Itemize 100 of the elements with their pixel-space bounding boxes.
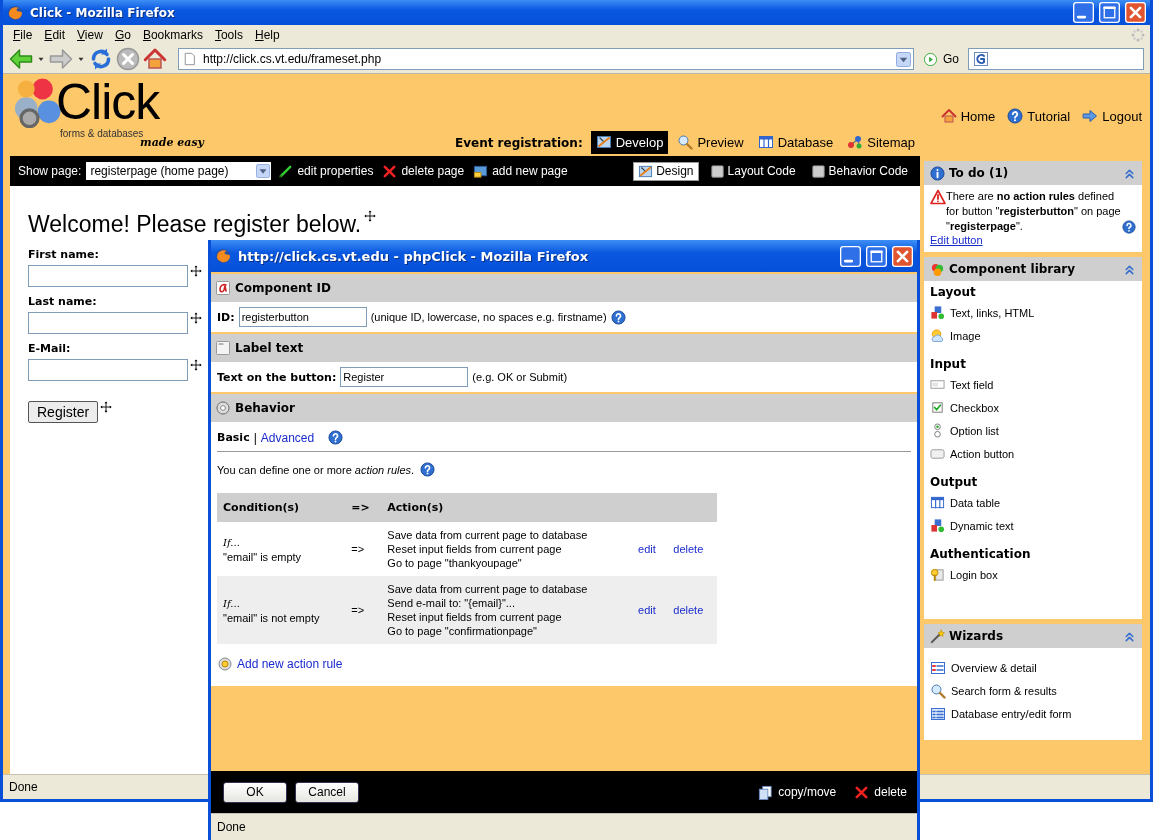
blueprint-icon (638, 163, 654, 179)
header-link[interactable]: Home (940, 108, 996, 124)
section-title: Label text (235, 341, 304, 355)
table-cell: => (345, 576, 382, 644)
refresh-icon[interactable] (89, 47, 113, 71)
field-label: Last name: (28, 295, 97, 308)
tab[interactable]: Preview (672, 131, 749, 154)
move-icon[interactable] (190, 265, 202, 277)
edit-link[interactable]: edit (638, 543, 656, 555)
tile-icon (215, 340, 231, 356)
form-icon (930, 705, 946, 722)
dialog-button[interactable]: OK (223, 781, 287, 803)
chevrons-up-icon[interactable] (1123, 262, 1136, 276)
move-icon[interactable] (100, 401, 113, 413)
tab[interactable]: Sitemap (842, 131, 920, 154)
square-icon (810, 163, 826, 179)
section-title: Behavior (235, 401, 296, 415)
dropdown-icon[interactable] (896, 51, 911, 67)
search-field[interactable] (968, 48, 1144, 70)
table-icon (757, 134, 774, 150)
delete-link[interactable]: delete (673, 543, 704, 555)
wizard-item[interactable]: Search form & results (930, 679, 1136, 702)
wizard-item[interactable]: Database entry/edit form (930, 702, 1136, 725)
component-item[interactable]: Text, links, HTML (930, 301, 1136, 324)
minimize-button[interactable] (840, 245, 861, 267)
component-item[interactable]: Dynamic text (930, 514, 1136, 537)
text-field[interactable] (28, 359, 188, 381)
help-icon[interactable] (610, 309, 626, 325)
menu-item[interactable]: Bookmarks (136, 28, 209, 42)
header-link[interactable]: Tutorial (1007, 108, 1071, 124)
dialog-button[interactable]: Cancel (295, 781, 359, 803)
view-tab[interactable]: Layout Code (705, 162, 800, 180)
edit-link[interactable]: edit (638, 604, 656, 616)
help-icon[interactable] (420, 462, 436, 477)
component-item[interactable]: Text field (930, 373, 1136, 396)
component-item[interactable]: Checkbox (930, 396, 1136, 419)
page-heading: Welcome! Please register below. (28, 210, 362, 238)
toolbar-link[interactable]: edit properties (278, 163, 374, 179)
back-icon[interactable] (9, 47, 33, 71)
close-button[interactable] (892, 245, 913, 267)
edit-button-link[interactable]: Edit button (930, 234, 983, 246)
add-rule-link[interactable]: Add new action rule (237, 657, 343, 671)
component-item[interactable]: Login box (930, 563, 1136, 586)
wizard-item[interactable]: Overview & detail (930, 656, 1136, 679)
toolbar-link[interactable]: add new page (473, 163, 568, 179)
footer-link[interactable]: delete (854, 784, 907, 800)
field-label: First name: (28, 248, 99, 261)
view-tab[interactable]: Behavior Code (806, 162, 912, 180)
separator-text: | (253, 430, 257, 445)
table-cell: If... "email" is not empty (217, 576, 346, 644)
panel-title: Wizards (949, 629, 1004, 643)
menu-item[interactable]: Go (108, 28, 137, 42)
maximize-button[interactable] (1099, 2, 1120, 23)
move-icon[interactable] (364, 210, 377, 222)
menu-item[interactable]: Help (248, 28, 286, 42)
chevrons-up-icon[interactable] (1123, 629, 1136, 643)
minimize-button[interactable] (1073, 2, 1094, 23)
tab[interactable]: Database (752, 131, 839, 154)
page-select[interactable]: registerpage (home page) (86, 162, 272, 180)
address-field[interactable]: http://click.cs.vt.edu/frameset.php (178, 48, 914, 70)
menu-item[interactable]: Edit (38, 28, 72, 42)
component-item[interactable]: Image (930, 324, 1136, 347)
text-field[interactable] (28, 265, 188, 287)
text-field[interactable] (28, 312, 188, 334)
home-icon[interactable] (143, 47, 167, 71)
cross-icon (854, 784, 870, 800)
warning-icon (930, 189, 946, 205)
mode-link[interactable]: Basic (217, 431, 250, 444)
go-button[interactable]: Go (917, 51, 965, 67)
register-button[interactable]: Register (28, 401, 99, 423)
move-icon[interactable] (190, 359, 202, 371)
help-icon[interactable] (328, 430, 344, 445)
toolbar-link[interactable]: delete page (382, 163, 465, 179)
menu-item[interactable]: View (71, 28, 109, 42)
column-header: Condition(s) (217, 493, 346, 522)
component-item[interactable]: Data table (930, 491, 1136, 514)
intro-text: You can define one or more action rules. (217, 463, 415, 476)
move-icon[interactable] (190, 312, 202, 324)
text-field[interactable]: registerbutton (238, 307, 367, 327)
stop-icon[interactable] (116, 47, 140, 71)
component-item[interactable]: Option list (930, 419, 1136, 442)
tagline: forms & databases (60, 128, 144, 139)
delete-link[interactable]: delete (673, 604, 704, 616)
group-heading: Input (930, 357, 967, 371)
throbber-icon (1130, 27, 1146, 43)
component-item[interactable]: Action button (930, 442, 1136, 465)
tab[interactable]: Develop (590, 131, 669, 154)
menu-item[interactable]: File (7, 28, 39, 42)
header-link[interactable]: Logout (1082, 108, 1142, 124)
group-heading: Layout (930, 285, 977, 299)
menu-item[interactable]: Tools (208, 28, 249, 42)
text-field[interactable]: Register (340, 367, 469, 387)
view-tab[interactable]: Design (633, 161, 699, 181)
maximize-button[interactable] (866, 245, 887, 267)
help-icon[interactable] (1122, 220, 1136, 234)
close-button[interactable] (1125, 2, 1146, 23)
mode-link[interactable]: Advanced (260, 430, 315, 445)
footer-link[interactable]: copy/move (758, 784, 837, 800)
shapes-icon (930, 305, 945, 320)
chevrons-up-icon[interactable] (1123, 166, 1136, 180)
